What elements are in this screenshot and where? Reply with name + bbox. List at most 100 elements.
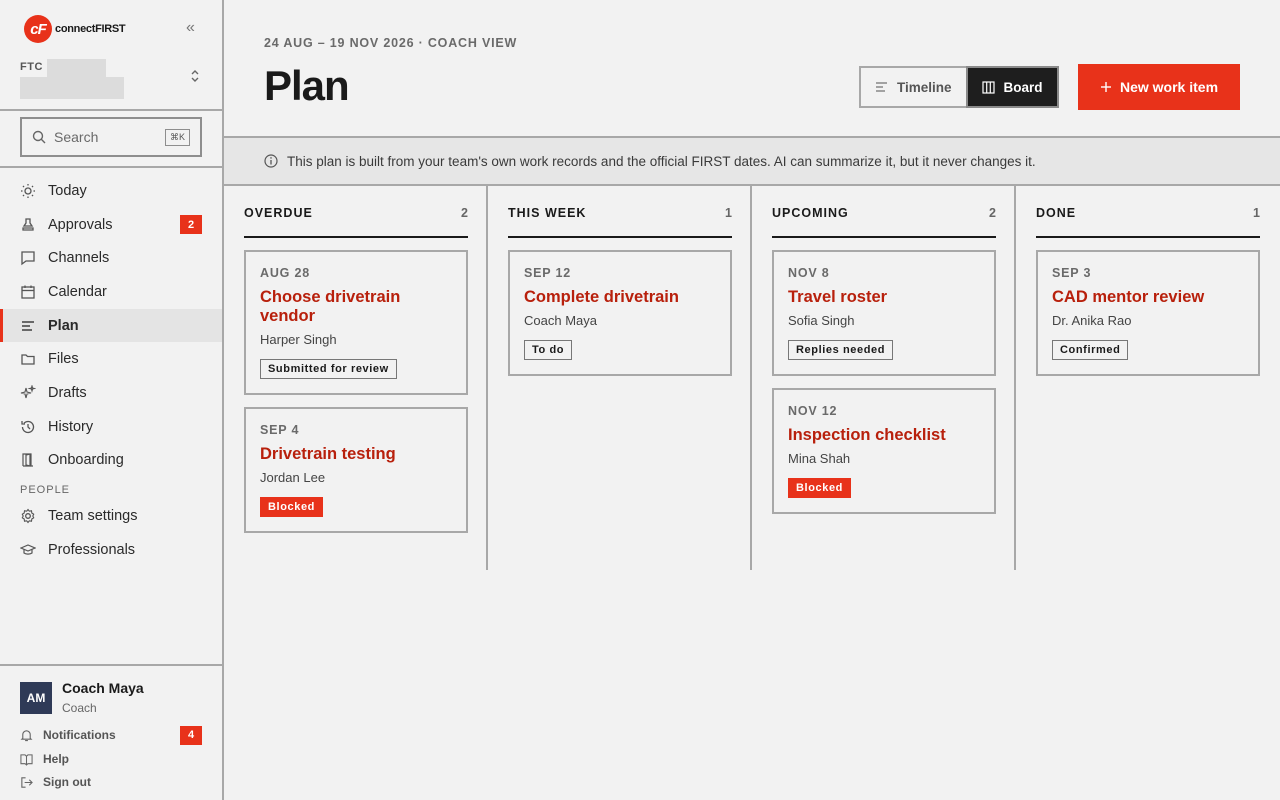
work-item-card[interactable]: SEP 4 Drivetrain testing Jordan Lee Bloc… bbox=[244, 407, 468, 533]
new-work-item-button[interactable]: New work item bbox=[1078, 64, 1240, 110]
sidebar-item-today[interactable]: Today bbox=[0, 174, 222, 208]
notifications-link[interactable]: Notifications 4 bbox=[20, 725, 204, 745]
sidebar-item-calendar[interactable]: Calendar bbox=[0, 275, 222, 309]
card-date: SEP 12 bbox=[524, 266, 571, 280]
work-item-card[interactable]: NOV 12 Inspection checklist Mina Shah Bl… bbox=[772, 388, 996, 514]
card-title[interactable]: Drivetrain testing bbox=[260, 445, 452, 464]
divider bbox=[0, 109, 222, 111]
collapse-sidebar-icon[interactable]: « bbox=[186, 20, 195, 36]
help-label: Help bbox=[43, 752, 70, 766]
card-assignee: Coach Maya bbox=[524, 313, 597, 328]
board-column-done: DONE 1 SEP 3 CAD mentor review Dr. Anika… bbox=[1016, 186, 1280, 570]
team-switcher[interactable]: FTC bbox=[20, 59, 204, 101]
card-date: SEP 3 bbox=[1052, 266, 1092, 280]
list-icon bbox=[876, 82, 887, 92]
avatar: AM bbox=[20, 682, 52, 714]
work-item-card[interactable]: SEP 3 CAD mentor review Dr. Anika Rao Co… bbox=[1036, 250, 1260, 376]
sidebar-item-label: Files bbox=[48, 351, 79, 368]
brand-logo[interactable]: cF connectFIRST bbox=[24, 15, 126, 43]
column-header: OVERDUE 2 bbox=[244, 186, 468, 238]
card-title[interactable]: Travel roster bbox=[788, 288, 980, 307]
sidebar-item-label: Channels bbox=[48, 250, 110, 267]
sidebar: cF connectFIRST « FTC Search ⌘K Today Ap… bbox=[0, 0, 224, 800]
sidebar-item-label: Calendar bbox=[48, 283, 107, 300]
sidebar-item-label: Professionals bbox=[48, 541, 136, 558]
new-work-item-label: New work item bbox=[1119, 79, 1219, 95]
work-item-card[interactable]: AUG 28 Choose drivetrain vendor Harper S… bbox=[244, 250, 468, 395]
timeline-view-button[interactable]: Timeline bbox=[861, 68, 966, 106]
status-badge: Replies needed bbox=[788, 340, 894, 360]
sidebar-item-onboarding[interactable]: Onboarding bbox=[0, 444, 222, 478]
status-badge: Blocked bbox=[260, 497, 323, 517]
board-label: Board bbox=[1003, 79, 1043, 95]
calendar-icon bbox=[20, 284, 36, 300]
card-assignee: Jordan Lee bbox=[260, 470, 326, 485]
column-count: 1 bbox=[725, 206, 732, 220]
search-input[interactable]: Search ⌘K bbox=[20, 117, 202, 157]
columns-icon bbox=[981, 80, 995, 94]
sidebar-item-label: Onboarding bbox=[48, 452, 124, 469]
column-title: DONE bbox=[1036, 206, 1077, 220]
brand-mark: cF bbox=[24, 15, 52, 43]
breadcrumb: 24 AUG – 19 NOV 2026 · COACH VIEW bbox=[264, 36, 518, 50]
status-badge: Confirmed bbox=[1052, 340, 1129, 360]
board-column-upcoming: UPCOMING 2 NOV 8 Travel roster Sofia Sin… bbox=[752, 186, 1016, 570]
sidebar-item-team-settings[interactable]: Team settings bbox=[0, 499, 222, 533]
card-title[interactable]: CAD mentor review bbox=[1052, 288, 1244, 307]
sidebar-item-label: Approvals bbox=[48, 216, 113, 233]
notifications-count-badge: 4 bbox=[180, 725, 202, 745]
column-count: 1 bbox=[1253, 206, 1260, 220]
sign-out-icon bbox=[20, 776, 34, 789]
notifications-label: Notifications bbox=[43, 728, 116, 742]
chevron-updown-icon bbox=[190, 69, 200, 86]
info-text: This plan is built from your team's own … bbox=[287, 153, 1036, 169]
help-link[interactable]: Help bbox=[20, 750, 204, 768]
card-assignee: Mina Shah bbox=[788, 451, 851, 466]
timeline-label: Timeline bbox=[897, 79, 952, 95]
status-badge: To do bbox=[524, 340, 573, 360]
sidebar-item-label: Team settings bbox=[48, 508, 138, 525]
column-header: UPCOMING 2 bbox=[772, 186, 996, 238]
column-title: UPCOMING bbox=[772, 206, 849, 220]
column-title: OVERDUE bbox=[244, 206, 313, 220]
search-icon bbox=[32, 130, 46, 144]
card-date: NOV 8 bbox=[788, 266, 830, 280]
column-count: 2 bbox=[461, 206, 468, 220]
nav-section-people: PEOPLE bbox=[20, 484, 71, 497]
status-badge: Blocked bbox=[788, 478, 851, 498]
column-count: 2 bbox=[989, 206, 996, 220]
work-item-card[interactable]: NOV 8 Travel roster Sofia Singh Replies … bbox=[772, 250, 996, 376]
approvals-count-badge: 2 bbox=[180, 215, 202, 235]
sidebar-item-approvals[interactable]: Approvals 2 bbox=[0, 208, 222, 242]
stamp-icon bbox=[20, 217, 36, 233]
page-title: Plan bbox=[264, 62, 350, 109]
chat-icon bbox=[20, 250, 36, 266]
redacted-team-name bbox=[20, 77, 124, 99]
book-icon bbox=[20, 753, 34, 766]
column-header: THIS WEEK 1 bbox=[508, 186, 732, 238]
column-header: DONE 1 bbox=[1036, 186, 1260, 238]
sidebar-item-professionals[interactable]: Professionals bbox=[0, 533, 222, 567]
sidebar-item-channels[interactable]: Channels bbox=[0, 241, 222, 275]
sidebar-item-drafts[interactable]: Drafts bbox=[0, 376, 222, 410]
sidebar-item-label: Drafts bbox=[48, 384, 87, 401]
team-code: FTC bbox=[20, 61, 43, 73]
history-icon bbox=[20, 419, 36, 435]
sidebar-item-plan[interactable]: Plan bbox=[0, 308, 222, 343]
sidebar-item-files[interactable]: Files bbox=[0, 342, 222, 376]
card-title[interactable]: Inspection checklist bbox=[788, 426, 980, 445]
card-date: AUG 28 bbox=[260, 266, 310, 280]
search-shortcut: ⌘K bbox=[164, 128, 190, 146]
sidebar-item-history[interactable]: History bbox=[0, 410, 222, 444]
sun-icon bbox=[20, 183, 36, 199]
board-view-button[interactable]: Board bbox=[965, 66, 1059, 108]
sign-out-link[interactable]: Sign out bbox=[20, 773, 204, 791]
work-item-card[interactable]: SEP 12 Complete drivetrain Coach Maya To… bbox=[508, 250, 732, 376]
list-icon bbox=[20, 318, 36, 334]
card-title[interactable]: Choose drivetrain vendor bbox=[260, 288, 452, 326]
kanban-board: OVERDUE 2 AUG 28 Choose drivetrain vendo… bbox=[224, 186, 1280, 570]
column-title: THIS WEEK bbox=[508, 206, 587, 220]
card-title[interactable]: Complete drivetrain bbox=[524, 288, 716, 307]
view-toggle: Timeline Board bbox=[859, 66, 1059, 108]
sidebar-item-label: Plan bbox=[48, 317, 79, 334]
